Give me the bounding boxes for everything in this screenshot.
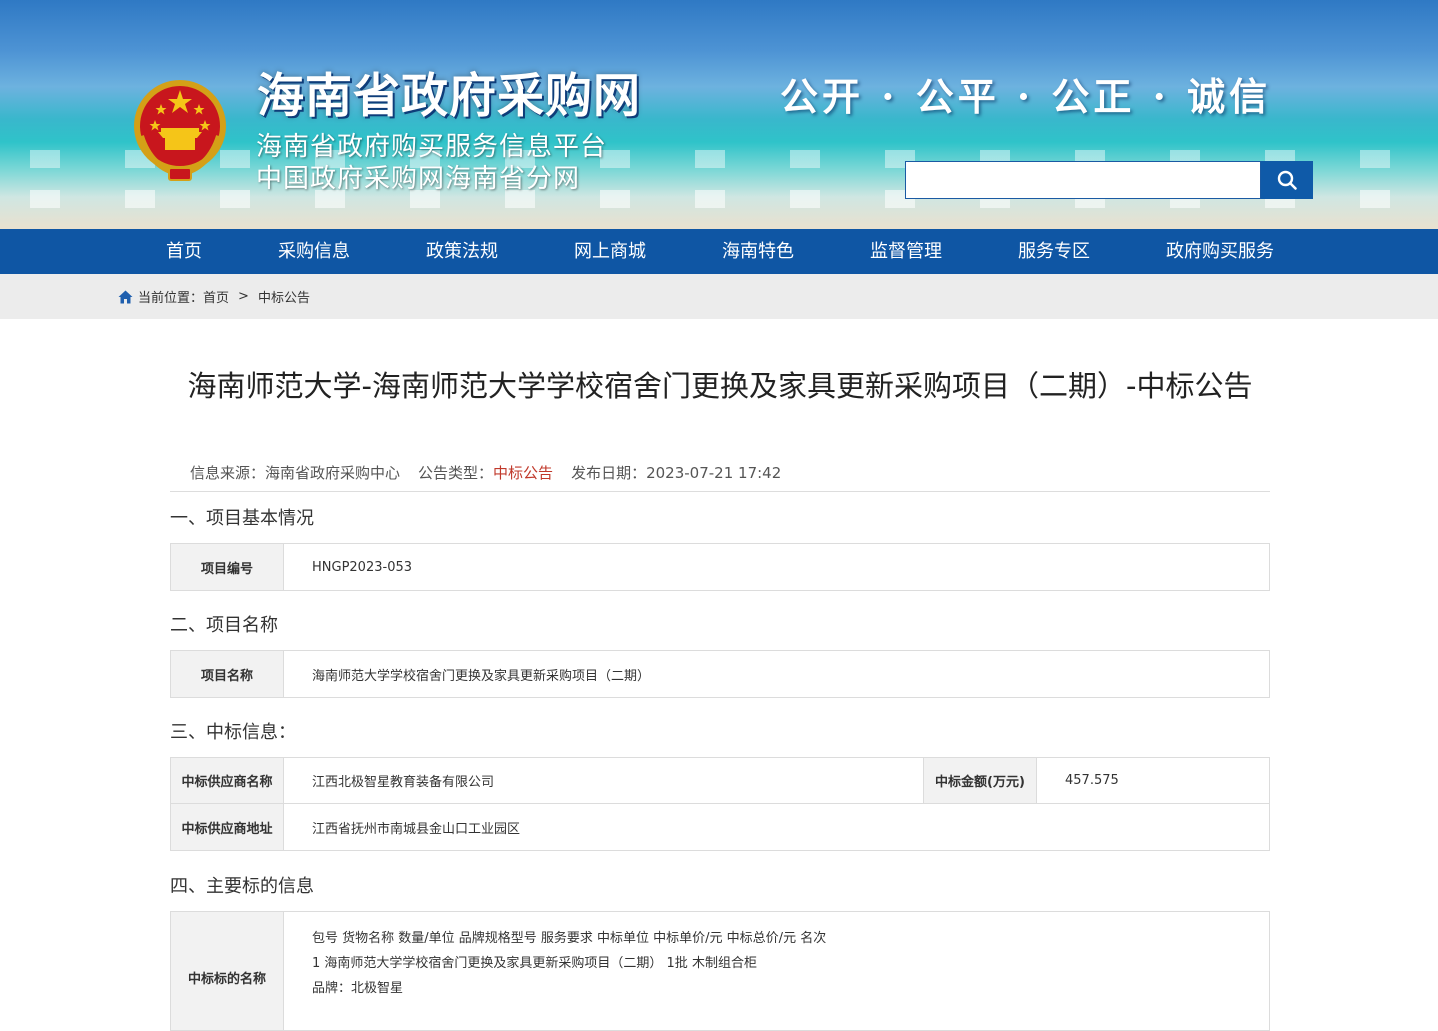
nav-item-home[interactable]: 首页: [166, 229, 202, 274]
nav-item-hainan-feature[interactable]: 海南特色: [722, 229, 794, 274]
table-row: 中标供应商地址 江西省抚州市南城县金山口工业园区: [171, 804, 1269, 850]
table-row: 中标供应商名称 江西北极智星教育装备有限公司 中标金额(万元) 457.575: [171, 758, 1269, 804]
project-name-value: 海南师范大学学校宿舍门更换及家具更新采购项目（二期）: [312, 668, 651, 684]
subject-line: 包号 货物名称 数量/单位 品牌规格型号 服务要求 中标单位 中标单价/元 中标…: [312, 931, 827, 946]
nav-item-procurement-info[interactable]: 采购信息: [278, 229, 350, 274]
home-icon: [118, 290, 133, 303]
nav-item-policies[interactable]: 政策法规: [426, 229, 498, 274]
project-no-table: 项目编号 HNGP2023-053: [170, 543, 1270, 591]
supplier-address-value: 江西省抚州市南城县金山口工业园区: [312, 821, 521, 837]
article-meta: 信息来源：海南省政府采购中心 公告类型：中标公告 发布日期：2023-07-21 1…: [190, 462, 781, 483]
amount-value: 457.575: [1065, 773, 1119, 788]
breadcrumb-bar: 当前位置： 首页 > 中标公告: [0, 274, 1438, 319]
meta-date-label: 发布日期：: [571, 464, 647, 482]
project-name-label: 项目名称: [171, 651, 284, 697]
supplier-name-label: 中标供应商名称: [171, 758, 284, 803]
divider: [170, 491, 1270, 492]
slogan: 公开 · 公平 · 公正 · 诚信: [780, 74, 1272, 119]
section-heading-basic: 一、项目基本情况: [170, 508, 314, 529]
subject-line: 品牌：北极智星: [312, 981, 404, 996]
breadcrumb-separator: >: [238, 289, 249, 304]
nav-item-online-mall[interactable]: 网上商城: [574, 229, 646, 274]
nav-item-supervision[interactable]: 监督管理: [870, 229, 942, 274]
subject-content: 包号 货物名称 数量/单位 品牌规格型号 服务要求 中标单位 中标单价/元 中标…: [284, 912, 826, 1030]
search-button[interactable]: [1261, 161, 1313, 199]
project-name-table: 项目名称 海南师范大学学校宿舍门更换及家具更新采购项目（二期）: [170, 650, 1270, 698]
breadcrumb-current[interactable]: 中标公告: [258, 287, 310, 306]
search-icon: [1277, 170, 1297, 190]
nav-item-service-zone[interactable]: 服务专区: [1018, 229, 1090, 274]
search-input[interactable]: [905, 161, 1261, 199]
meta-date: 2023-07-21 17:42: [646, 464, 782, 482]
meta-source: 海南省政府采购中心: [265, 464, 401, 482]
project-no-value: HNGP2023-053: [312, 559, 413, 575]
meta-source-label: 信息来源：: [190, 464, 266, 482]
amount-label: 中标金额(万元): [923, 758, 1037, 803]
site-subtitle-2: 中国政府采购网海南省分网: [256, 164, 581, 194]
header-banner: 海南省政府采购网 海南省政府购买服务信息平台 中国政府采购网海南省分网 公开 ·…: [0, 0, 1438, 229]
meta-type-label: 公告类型：: [418, 464, 494, 482]
supplier-address-label: 中标供应商地址: [171, 804, 284, 850]
site-title: 海南省政府采购网: [257, 69, 641, 124]
meta-type: 中标公告: [493, 464, 554, 482]
breadcrumb-prefix: 当前位置：: [138, 291, 204, 306]
section-heading-name: 二、项目名称: [170, 615, 278, 636]
subject-label: 中标标的名称: [171, 912, 284, 1030]
section-heading-winner: 三、中标信息：: [170, 722, 296, 743]
section-heading-subject: 四、主要标的信息: [170, 876, 314, 897]
project-no-label: 项目编号: [171, 544, 284, 590]
breadcrumb-home-link[interactable]: 首页: [203, 287, 229, 306]
supplier-name-value: 江西北极智星教育装备有限公司: [312, 775, 495, 790]
winner-table: 中标供应商名称 江西北极智星教育装备有限公司 中标金额(万元) 457.575 …: [170, 757, 1270, 851]
nav-item-gov-purchase-service[interactable]: 政府购买服务: [1166, 229, 1274, 274]
main-nav: 首页 采购信息 政策法规 网上商城 海南特色 监督管理 服务专区 政府购买服务: [0, 229, 1438, 274]
national-emblem-icon: [134, 80, 226, 181]
subject-line: 1 海南师范大学学校宿舍门更换及家具更新采购项目（二期） 1批 木制组合柜: [312, 956, 757, 971]
article-title: 海南师范大学-海南师范大学学校宿舍门更换及家具更新采购项目（二期）-中标公告: [187, 369, 1253, 403]
subject-table: 中标标的名称 包号 货物名称 数量/单位 品牌规格型号 服务要求 中标单位 中标…: [170, 911, 1270, 1031]
breadcrumb: 当前位置： 首页 > 中标公告: [118, 274, 310, 319]
